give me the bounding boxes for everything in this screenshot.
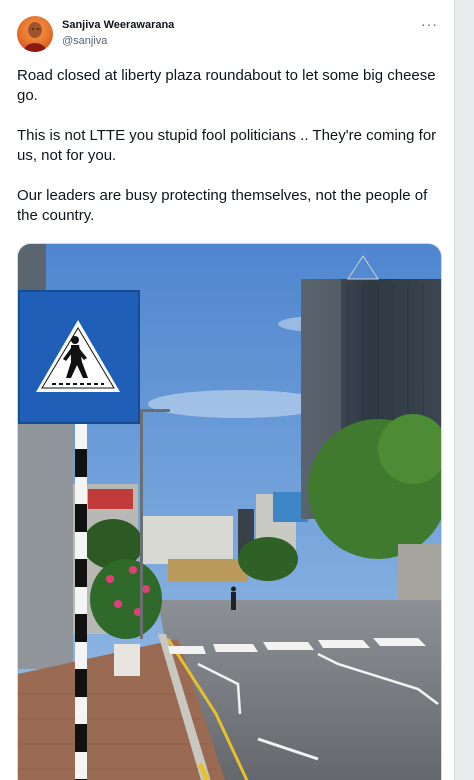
tweet-paragraph: This is not LTTE you stupid fool politic…	[17, 127, 437, 164]
tweet-header: Sanjiva Weerawarana @sanjiva ···	[17, 16, 442, 56]
author-name[interactable]: Sanjiva Weerawarana	[62, 19, 174, 31]
tweet-card[interactable]: Sanjiva Weerawarana @sanjiva ··· Road cl…	[0, 0, 455, 780]
tweet-paragraph: Our leaders are busy protecting themselv…	[17, 187, 428, 224]
tweet-text: Road closed at liberty plaza roundabout …	[17, 66, 437, 246]
street-photo	[18, 244, 441, 780]
avatar[interactable]	[17, 16, 53, 52]
more-options-icon[interactable]: ···	[421, 16, 438, 32]
tweet-photo[interactable]	[17, 243, 442, 780]
avatar-photo	[23, 22, 47, 52]
tweet-paragraph: Road closed at liberty plaza roundabout …	[17, 67, 436, 104]
author-handle[interactable]: @sanjiva	[62, 35, 107, 47]
